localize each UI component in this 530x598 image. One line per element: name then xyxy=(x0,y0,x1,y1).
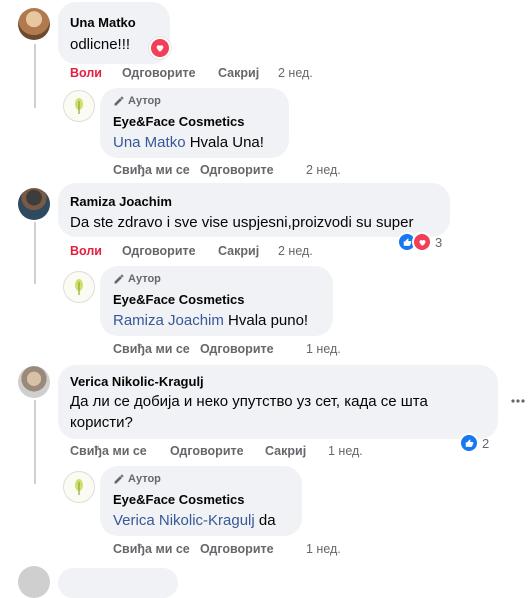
thread-connector xyxy=(34,44,56,108)
reply-button[interactable]: Одговорите xyxy=(122,66,196,80)
timestamp[interactable]: 1 нед. xyxy=(306,542,341,556)
leaf-logo-icon xyxy=(75,479,83,495)
mention-link[interactable]: Ramiza Joachim xyxy=(113,312,224,329)
like-button[interactable]: Свиђа ми се xyxy=(113,163,190,177)
like-button[interactable]: Свиђа ми се xyxy=(113,542,190,556)
comment-author[interactable]: Una Matko xyxy=(70,15,136,30)
hide-button[interactable]: Сакриј xyxy=(265,444,306,458)
reply-author[interactable]: Eye&Face Cosmetics xyxy=(113,292,245,307)
reply-author[interactable]: Eye&Face Cosmetics xyxy=(113,114,245,129)
pen-icon xyxy=(114,274,124,284)
comment-author[interactable]: Ramiza Joachim xyxy=(70,194,172,209)
leaf-logo-icon xyxy=(75,98,83,114)
ellipsis-icon[interactable] xyxy=(509,392,527,410)
like-button[interactable]: Воли xyxy=(70,244,102,258)
hide-button[interactable]: Сакриј xyxy=(218,66,259,80)
reply-button[interactable]: Одговорите xyxy=(122,244,196,258)
avatar-eye-face-cosmetics[interactable] xyxy=(63,471,95,503)
pen-icon xyxy=(114,474,124,484)
like-reaction-icon xyxy=(459,433,479,453)
pen-icon xyxy=(114,96,124,106)
reply-button[interactable]: Одговорите xyxy=(170,444,244,458)
timestamp[interactable]: 2 нед. xyxy=(278,66,313,80)
reaction-count: 3 xyxy=(435,234,443,250)
reply-button[interactable]: Одговорите xyxy=(200,542,274,556)
author-badge: Аутор xyxy=(113,95,161,107)
avatar-una-matko[interactable] xyxy=(18,8,50,40)
heart-reaction-icon[interactable] xyxy=(149,37,171,59)
reply-author[interactable]: Eye&Face Cosmetics xyxy=(113,492,245,507)
mention-link[interactable]: Una Matko xyxy=(113,134,186,151)
mention-link[interactable]: Verica Nikolic-Kragulj xyxy=(113,512,255,529)
timestamp[interactable]: 2 нед. xyxy=(278,244,313,258)
author-badge: Аутор xyxy=(113,273,161,285)
heart-reaction-icon xyxy=(412,232,432,252)
avatar-next-commenter[interactable] xyxy=(18,566,50,598)
reply-text: Una Matko Hvala Una! xyxy=(113,134,264,151)
reaction-count: 2 xyxy=(482,435,490,451)
leaf-logo-icon xyxy=(75,279,83,295)
timestamp[interactable]: 1 нед. xyxy=(328,444,363,458)
avatar-verica-nikolic-kragulj[interactable] xyxy=(18,366,50,398)
reply-text: Verica Nikolic-Kragulj da xyxy=(113,512,276,529)
like-button[interactable]: Свиђа ми се xyxy=(70,444,147,458)
reaction-summary[interactable]: 2 xyxy=(459,433,489,453)
thread-connector xyxy=(34,222,56,284)
like-button[interactable]: Воли xyxy=(70,66,102,80)
thread-connector xyxy=(34,400,56,484)
avatar-eye-face-cosmetics[interactable] xyxy=(63,271,95,303)
comment-text-line-2: користи? xyxy=(70,414,133,431)
avatar-ramiza-joachim[interactable] xyxy=(18,188,50,220)
timestamp[interactable]: 1 нед. xyxy=(306,342,341,356)
like-button[interactable]: Свиђа ми се xyxy=(113,342,190,356)
comment-text: odlicne!!! xyxy=(70,36,131,53)
reply-button[interactable]: Одговорите xyxy=(200,163,274,177)
author-badge: Аутор xyxy=(113,473,161,485)
reply-button[interactable]: Одговорите xyxy=(200,342,274,356)
hide-button[interactable]: Сакриј xyxy=(218,244,259,258)
reply-text: Ramiza Joachim Hvala puno! xyxy=(113,312,309,329)
comment-bubble xyxy=(58,568,178,598)
comment-author[interactable]: Verica Nikolic-Kragulj xyxy=(70,374,204,389)
timestamp[interactable]: 2 нед. xyxy=(306,163,341,177)
comment-text: Da ste zdravo i sve vise uspjesni,proizv… xyxy=(70,214,414,231)
reaction-summary[interactable]: 3 xyxy=(397,232,442,252)
avatar-eye-face-cosmetics[interactable] xyxy=(63,90,95,122)
comment-text-line-1: Да ли се добија и неко упутство уз сет, … xyxy=(70,393,428,410)
